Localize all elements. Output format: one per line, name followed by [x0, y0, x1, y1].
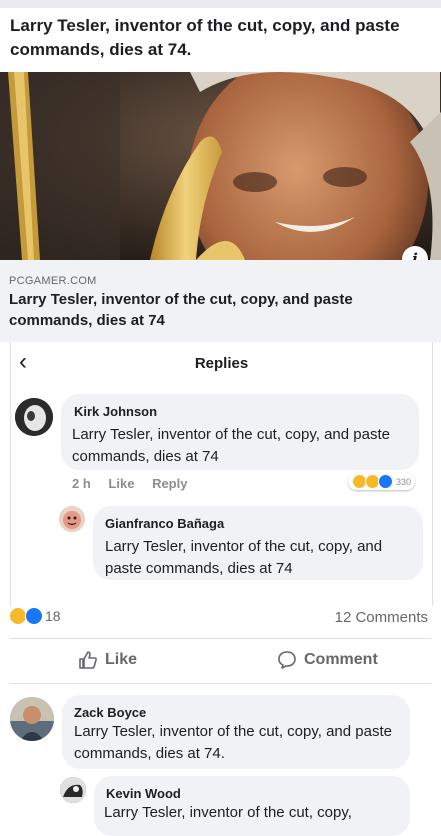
- comment-meta: 2 h Like Reply: [72, 476, 201, 491]
- avatar[interactable]: [60, 777, 86, 803]
- divider: [10, 683, 431, 684]
- avatar[interactable]: [59, 506, 85, 532]
- photo-graphic: [0, 72, 441, 260]
- reply-link[interactable]: Reply: [152, 476, 187, 491]
- comment-text: Larry Tesler, inventor of the cut, copy,…: [74, 723, 392, 762]
- commenter-name[interactable]: Zack Boyce: [74, 705, 146, 720]
- reaction-count: 330: [396, 476, 412, 487]
- top-bar: [0, 0, 441, 8]
- like-button[interactable]: Like: [78, 650, 137, 670]
- like-reaction-icon: [378, 474, 393, 489]
- avatar-image: [10, 697, 54, 741]
- link-title: Larry Tesler, inventor of the cut, copy,…: [9, 291, 353, 329]
- comment-text: Larry Tesler, inventor of the cut, copy,…: [105, 538, 383, 577]
- commenter-name[interactable]: Kirk Johnson: [74, 404, 157, 419]
- comment-text: Larry Tesler, inventor of the cut, copy,…: [72, 426, 390, 465]
- link-preview[interactable]: PCGAMER.COM Larry Tesler, inventor of th…: [0, 260, 441, 342]
- avatar-image: [59, 506, 85, 532]
- comment-label: Comment: [304, 651, 378, 668]
- article-photo[interactable]: [0, 72, 441, 260]
- commenter-name[interactable]: Kevin Wood: [106, 786, 181, 801]
- avatar-image: [60, 777, 86, 803]
- like-link[interactable]: Like: [108, 476, 134, 491]
- reaction-count: 18: [45, 608, 61, 624]
- link-domain: PCGAMER.COM: [9, 275, 97, 287]
- avatar[interactable]: [10, 697, 54, 741]
- divider: [10, 638, 431, 639]
- replies-panel: ‹ Replies Kirk Johnson Larry Tesler, inv…: [10, 342, 433, 606]
- comment-reactions[interactable]: 330: [348, 473, 416, 490]
- replies-title: Replies: [194, 355, 249, 372]
- comment-button[interactable]: Comment: [277, 650, 378, 670]
- post-reactions[interactable]: 18: [9, 607, 61, 625]
- comments-count[interactable]: 12 Comments: [335, 609, 428, 626]
- comment-time: 2 h: [72, 476, 91, 491]
- commenter-name[interactable]: Gianfranco Bañaga: [105, 516, 224, 531]
- post-text: Larry Tesler, inventor of the cut, copy,…: [10, 16, 400, 59]
- avatar[interactable]: [15, 398, 53, 436]
- avatar-image: [15, 398, 53, 436]
- like-label: Like: [105, 651, 138, 668]
- comment-icon: [278, 651, 296, 669]
- like-reaction-icon: [25, 607, 43, 625]
- thumbs-up-icon: [79, 651, 97, 669]
